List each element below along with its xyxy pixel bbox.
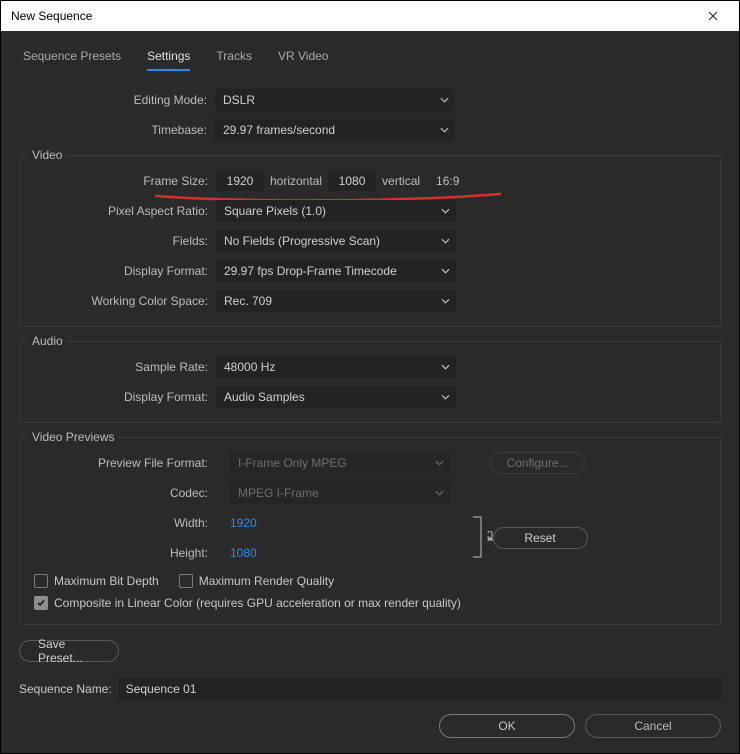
titlebar: New Sequence [1, 1, 739, 31]
new-sequence-dialog: New Sequence Sequence Presets Settings T… [0, 0, 740, 754]
editing-mode-dropdown[interactable]: DSLR [215, 89, 455, 111]
chevron-down-icon [441, 207, 450, 216]
codec-dropdown: MPEG I-Frame [230, 482, 450, 504]
audio-display-format-dropdown[interactable]: Audio Samples [216, 386, 456, 408]
frame-size-v-unit: vertical [376, 174, 426, 188]
audio-group: Audio Sample Rate: 48000 Hz Display Form… [19, 341, 721, 423]
max-bit-depth-checkbox[interactable]: Maximum Bit Depth [34, 574, 159, 588]
top-settings: Editing Mode: DSLR Timebase: 29.97 frame… [19, 89, 721, 141]
sequence-name-label: Sequence Name: [19, 682, 112, 696]
reset-button[interactable]: Reset [493, 527, 588, 549]
frame-size-h-unit: horizontal [264, 174, 328, 188]
working-color-space-dropdown[interactable]: Rec. 709 [216, 290, 456, 312]
video-display-format-value: 29.97 fps Drop-Frame Timecode [224, 264, 397, 278]
configure-button: Configure... [490, 452, 585, 474]
chevron-down-icon [435, 459, 444, 468]
preview-width-label: Width: [34, 516, 216, 530]
close-button[interactable] [690, 1, 735, 31]
chevron-down-icon [435, 489, 444, 498]
preview-width-input[interactable]: 1920 [230, 516, 257, 530]
ok-button[interactable]: OK [439, 714, 575, 738]
window-title: New Sequence [11, 9, 92, 23]
frame-size-h-input[interactable]: 1920 [216, 171, 264, 191]
sample-rate-value: 48000 Hz [224, 360, 275, 374]
dialog-body: Sequence Presets Settings Tracks VR Vide… [1, 31, 739, 753]
composite-linear-checkbox[interactable]: Composite in Linear Color (requires GPU … [34, 596, 706, 610]
chevron-down-icon [441, 363, 450, 372]
audio-legend: Audio [28, 334, 67, 348]
frame-size-ratio: 16:9 [426, 174, 459, 188]
preview-file-format-label: Preview File Format: [34, 456, 216, 470]
pixel-aspect-value: Square Pixels (1.0) [224, 204, 326, 218]
sample-rate-label: Sample Rate: [34, 360, 216, 374]
tab-sequence-presets[interactable]: Sequence Presets [23, 49, 121, 71]
codec-label: Codec: [34, 486, 216, 500]
editing-mode-value: DSLR [223, 93, 255, 107]
chevron-down-icon [441, 267, 450, 276]
codec-value: MPEG I-Frame [238, 486, 319, 500]
video-legend: Video [28, 148, 66, 162]
fields-label: Fields: [34, 234, 216, 248]
chevron-down-icon [441, 237, 450, 246]
video-previews-legend: Video Previews [28, 430, 119, 444]
fields-dropdown[interactable]: No Fields (Progressive Scan) [216, 230, 456, 252]
audio-display-format-label: Display Format: [34, 390, 216, 404]
preview-height-input[interactable]: 1080 [230, 546, 257, 560]
fields-value: No Fields (Progressive Scan) [224, 234, 380, 248]
editing-mode-label: Editing Mode: [19, 93, 215, 107]
preview-file-format-dropdown: I-Frame Only MPEG [230, 452, 450, 474]
checkbox-icon [34, 574, 48, 588]
timebase-label: Timebase: [19, 123, 215, 137]
preview-file-format-value: I-Frame Only MPEG [238, 456, 347, 470]
video-group: Video Frame Size: 1920 horizontal 1080 v… [19, 155, 721, 327]
working-color-space-label: Working Color Space: [34, 294, 216, 308]
tab-vr-video[interactable]: VR Video [278, 49, 328, 71]
sequence-name-input[interactable]: Sequence 01 [118, 678, 721, 700]
frame-size-label: Frame Size: [34, 174, 216, 188]
max-render-quality-checkbox[interactable]: Maximum Render Quality [179, 574, 334, 588]
tab-tracks[interactable]: Tracks [216, 49, 252, 71]
chevron-down-icon [440, 126, 449, 135]
audio-display-format-value: Audio Samples [224, 390, 305, 404]
timebase-value: 29.97 frames/second [223, 123, 335, 137]
pixel-aspect-dropdown[interactable]: Square Pixels (1.0) [216, 200, 456, 222]
display-format-label: Display Format: [34, 264, 216, 278]
sample-rate-dropdown[interactable]: 48000 Hz [216, 356, 456, 378]
chevron-down-icon [441, 297, 450, 306]
chevron-down-icon [440, 96, 449, 105]
save-preset-button[interactable]: Save Preset... [19, 640, 119, 662]
checkbox-icon [179, 574, 193, 588]
video-display-format-dropdown[interactable]: 29.97 fps Drop-Frame Timecode [216, 260, 456, 282]
working-color-space-value: Rec. 709 [224, 294, 272, 308]
checkbox-checked-icon [34, 596, 48, 610]
frame-size-v-input[interactable]: 1080 [328, 171, 376, 191]
tab-bar: Sequence Presets Settings Tracks VR Vide… [19, 47, 721, 71]
timebase-dropdown[interactable]: 29.97 frames/second [215, 119, 455, 141]
cancel-button[interactable]: Cancel [585, 714, 721, 738]
link-icon [484, 531, 496, 546]
video-previews-group: Video Previews Preview File Format: I-Fr… [19, 437, 721, 625]
link-dimensions[interactable] [470, 512, 490, 564]
preview-height-label: Height: [34, 546, 216, 560]
pixel-aspect-label: Pixel Aspect Ratio: [34, 204, 216, 218]
chevron-down-icon [441, 393, 450, 402]
tab-settings[interactable]: Settings [147, 49, 190, 71]
